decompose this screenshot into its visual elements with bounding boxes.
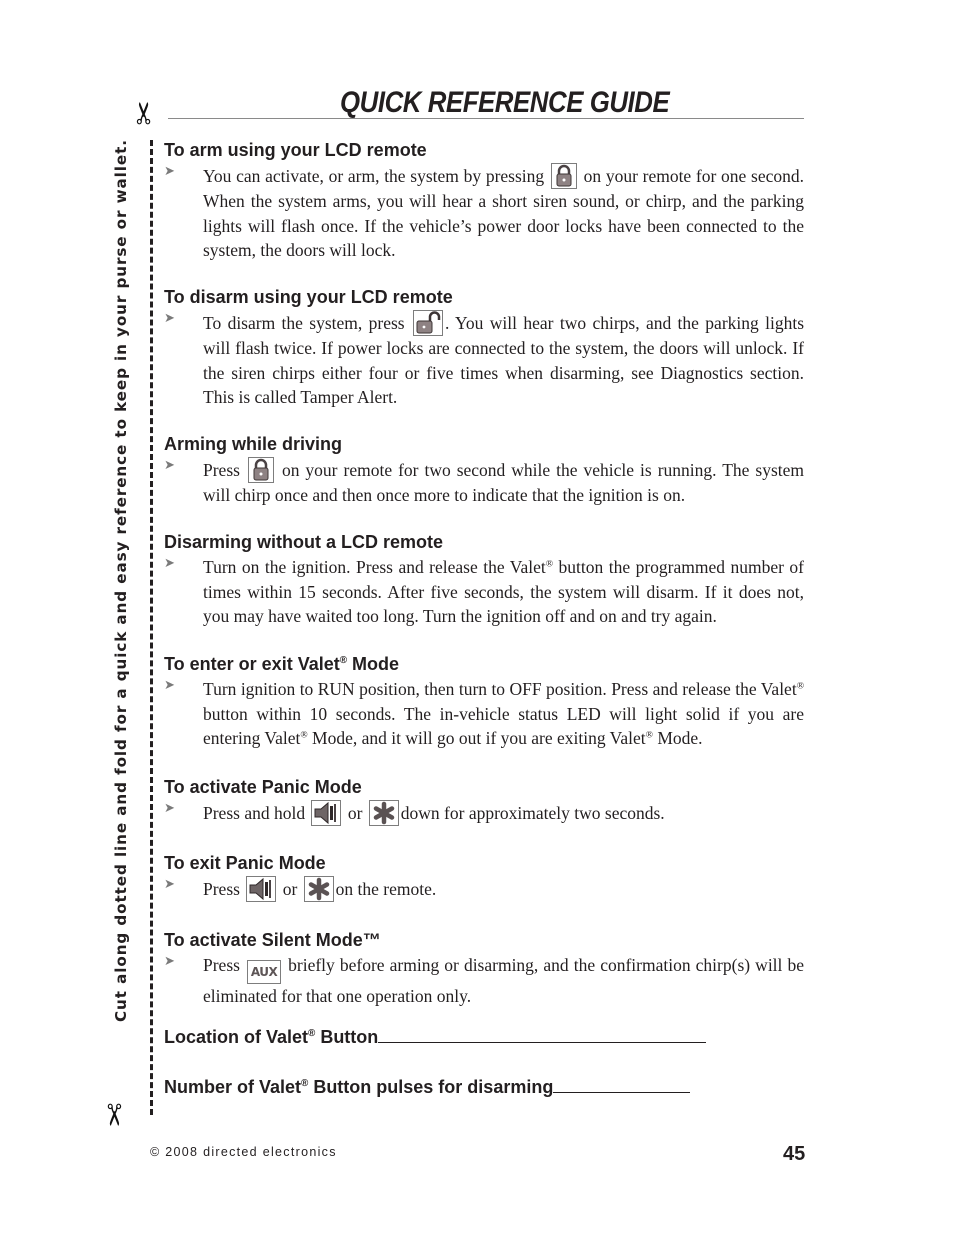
unlock-button-icon: [412, 310, 443, 336]
text-run: You can activate, or arm, the system by …: [203, 166, 545, 186]
registered-mark: ®: [796, 680, 804, 692]
bullet-item: ➤ Turn on the ignition. Press and releas…: [164, 555, 804, 629]
bullet-item: ➤ To disarm the system, press . You will…: [164, 310, 804, 410]
arrowhead-bullet-icon: ➤: [164, 556, 175, 571]
section-text: Press and hold or down for approximately…: [203, 800, 804, 826]
lock-button-icon: [247, 457, 274, 483]
text-run: briefly before arming or disarming, and …: [203, 955, 804, 1006]
registered-mark: ®: [545, 558, 554, 570]
dotted-cut-line: [150, 140, 153, 1115]
section-heading: To exit Panic Mode: [164, 853, 326, 873]
registered-mark: ®: [339, 655, 348, 667]
section-disarm-lcd: To disarm using your LCD remote ➤ To dis…: [164, 286, 804, 410]
fill-in-label: Location of Valet: [164, 1027, 309, 1047]
registered-mark: ®: [645, 729, 653, 741]
section-heading: To disarm using your LCD remote: [164, 287, 453, 307]
lock-button-icon: [550, 163, 577, 189]
section-valet-mode: To enter or exit Valet® Mode ➤ Turn igni…: [164, 653, 804, 751]
manual-page: ✂ QUICK REFERENCE GUIDE Cut along dotted…: [0, 0, 954, 1235]
bullet-item: ➤ Turn ignition to RUN position, then tu…: [164, 677, 804, 751]
text-run: Mode.: [652, 728, 703, 748]
cut-instruction: Cut along dotted line and fold for a qui…: [112, 139, 130, 1022]
bullet-item: ➤ You can activate, or arm, the system b…: [164, 163, 804, 263]
text-run: on your remote for two second while the …: [203, 460, 804, 505]
text-run: Turn ignition to RUN position, then turn…: [203, 679, 797, 699]
text-run: on the remote.: [335, 879, 437, 899]
aux-star-button-icon: [368, 800, 399, 826]
bullet-item: ➤ Press and hold or down for approximate…: [164, 800, 804, 826]
aux-button-icon: AUX: [247, 960, 282, 984]
scissors-icon: ✂: [95, 1102, 131, 1128]
text-run: or: [347, 803, 363, 823]
text-run: or: [282, 879, 298, 899]
aux-star-button-icon: [303, 876, 334, 902]
section-text: Turn ignition to RUN position, then turn…: [203, 677, 804, 751]
section-heading: To activate Silent Mode™: [164, 930, 381, 950]
fill-in-label: Number of Valet: [164, 1077, 302, 1097]
bullet-item: ➤ Press or on the remote.: [164, 876, 804, 902]
arrowhead-bullet-icon: ➤: [164, 458, 175, 473]
text-run: To enter or exit Valet: [164, 654, 340, 674]
scissors-icon: ✂: [127, 100, 163, 126]
section-arming-while-driving: Arming while driving ➤ Press on your rem…: [164, 433, 804, 508]
section-disarm-without-remote: Disarming without a LCD remote ➤ Turn on…: [164, 531, 804, 629]
fill-in-blank[interactable]: [553, 1078, 691, 1093]
text-run: Press: [203, 460, 240, 480]
title-rule: [168, 118, 804, 119]
page-number: 45: [783, 1143, 806, 1165]
fill-in-label: Button pulses for disarming: [308, 1077, 554, 1097]
text-run: Turn on the ignition. Press and release …: [203, 557, 546, 577]
fill-in-blank[interactable]: [378, 1028, 707, 1043]
text-run: Press: [203, 955, 240, 975]
fill-in-valet-location: Location of Valet® Button: [164, 1027, 804, 1048]
section-text: Press on your remote for two second whil…: [203, 457, 804, 508]
siren-speaker-button-icon: [246, 876, 277, 902]
section-text: You can activate, or arm, the system by …: [203, 163, 804, 263]
copyright: © 2008 directed electronics: [150, 1145, 337, 1159]
text-run: Mode: [347, 654, 400, 674]
fill-in-valet-pulses: Number of Valet® Button pulses for disar…: [164, 1077, 804, 1098]
section-text: Press AUX briefly before arming or disar…: [203, 953, 804, 1009]
section-text: Turn on the ignition. Press and release …: [203, 555, 804, 629]
section-silent-mode: To activate Silent Mode™ ➤ Press AUX bri…: [164, 929, 804, 1009]
text-run: down for approximately two seconds.: [400, 803, 665, 823]
bullet-item: ➤ Press on your remote for two second wh…: [164, 457, 804, 508]
arrowhead-bullet-icon: ➤: [164, 311, 175, 326]
arrowhead-bullet-icon: ➤: [164, 678, 175, 693]
arrowhead-bullet-icon: ➤: [164, 801, 175, 816]
section-exit-panic: To exit Panic Mode ➤ Press or on the rem…: [164, 852, 804, 902]
section-heading: To enter or exit Valet® Mode: [164, 653, 804, 675]
section-text: To disarm the system, press . You will h…: [203, 310, 804, 410]
fill-in-label: Button: [315, 1027, 379, 1047]
section-heading: Disarming without a LCD remote: [164, 532, 444, 552]
registered-mark: ®: [300, 729, 308, 741]
arrowhead-bullet-icon: ➤: [164, 954, 175, 969]
siren-speaker-button-icon: [311, 800, 342, 826]
text-run: Press: [203, 879, 240, 899]
text-run: To disarm the system, press: [203, 313, 405, 333]
page-title: QUICK REFERENCE GUIDE: [340, 86, 670, 119]
section-arm-lcd: To arm using your LCD remote ➤ You can a…: [164, 139, 804, 263]
section-text: Press or on the remote.: [203, 876, 804, 902]
section-heading: To arm using your LCD remote: [164, 140, 427, 160]
section-heading: Arming while driving: [164, 434, 343, 454]
section-activate-panic: To activate Panic Mode ➤ Press and hold …: [164, 776, 804, 826]
arrowhead-bullet-icon: ➤: [164, 164, 175, 179]
bullet-item: ➤ Press AUX briefly before arming or dis…: [164, 953, 804, 1009]
section-heading: To activate Panic Mode: [164, 777, 362, 797]
arrowhead-bullet-icon: ➤: [164, 877, 175, 892]
text-run: Mode, and it will go out if you are exit…: [307, 728, 646, 748]
text-run: Press and hold: [203, 803, 306, 823]
